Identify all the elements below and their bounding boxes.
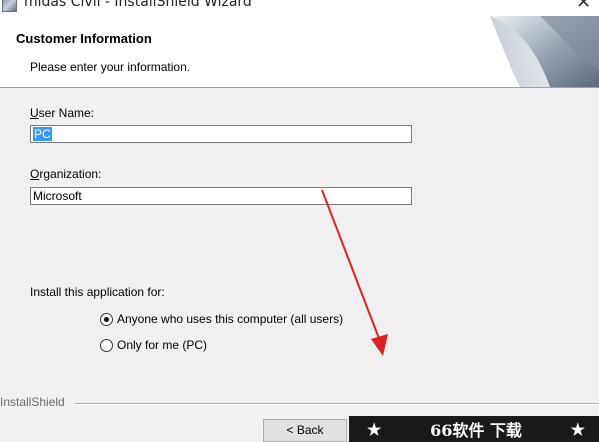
watermark-text: 66软件 下载 [430, 421, 522, 440]
user-name-label: User Name: [30, 106, 95, 120]
close-icon[interactable]: ✕ [576, 0, 591, 12]
install-for-label: Install this application for: [30, 285, 165, 299]
radio-all-users[interactable]: Anyone who uses this computer (all users… [100, 311, 343, 327]
radio-only-me[interactable]: Only for me (PC) [100, 337, 207, 353]
back-button[interactable]: < Back [263, 419, 347, 442]
user-name-value: PC [33, 127, 52, 141]
star-icon: ★ [570, 419, 585, 439]
watermark-banner: ★ 66软件 下载 ★ [349, 416, 599, 442]
window-title: midas Civil - InstallShield Wizard [24, 0, 252, 10]
organization-label: Organization: [30, 167, 102, 181]
app-icon [2, 0, 17, 12]
banner-art-icon [480, 16, 599, 87]
radio-all-users-label: Anyone who uses this computer (all users… [117, 312, 344, 326]
radio-checked-icon[interactable] [100, 312, 113, 326]
user-name-input[interactable]: PC [30, 125, 412, 143]
footer-divider [75, 403, 599, 405]
title-bar: midas Civil - InstallShield Wizard ✕ [0, 0, 599, 16]
header-banner: Customer Information Please enter your i… [0, 16, 599, 88]
radio-only-me-label: Only for me (PC) [117, 338, 208, 352]
radio-unchecked-icon[interactable] [100, 338, 113, 352]
installshield-brand: InstallShield [0, 395, 65, 409]
star-icon: ★ [367, 419, 382, 439]
page-title: Customer Information [16, 31, 152, 46]
organization-input[interactable]: Microsoft [30, 187, 412, 205]
page-subtitle: Please enter your information. [30, 60, 191, 74]
